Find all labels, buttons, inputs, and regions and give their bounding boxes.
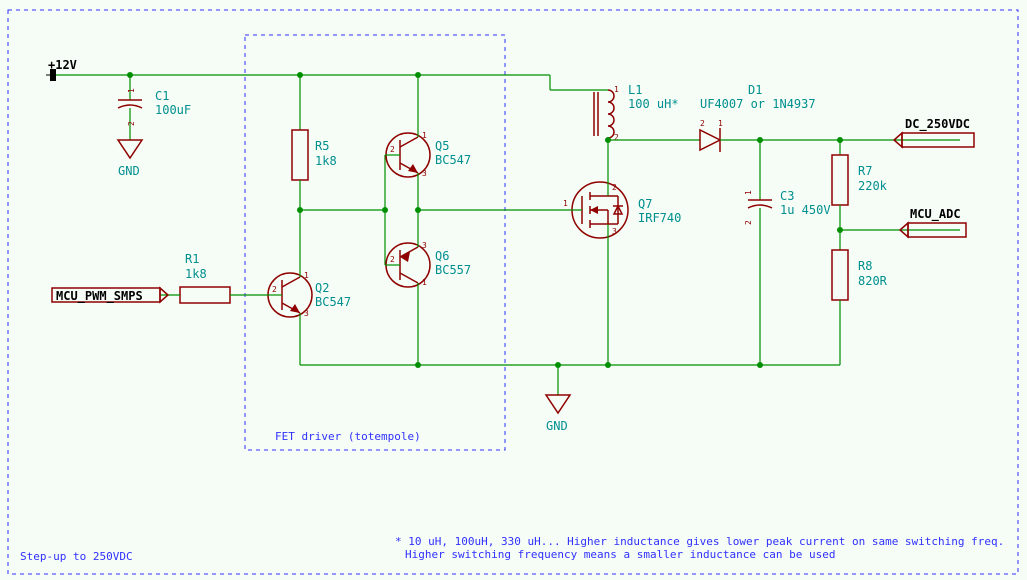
gnd-c1: GND — [118, 130, 142, 178]
svg-text:1: 1 — [744, 190, 753, 195]
svg-text:DC_250VDC: DC_250VDC — [905, 117, 970, 132]
svg-text:MCU_PWM_SMPS: MCU_PWM_SMPS — [56, 289, 143, 304]
svg-text:L1: L1 — [628, 83, 642, 97]
svg-text:C1: C1 — [155, 89, 169, 103]
svg-text:GND: GND — [546, 419, 568, 433]
svg-text:Q2: Q2 — [315, 281, 329, 295]
fet-driver-label: FET driver (totempole) — [275, 430, 421, 443]
svg-text:1u 450V: 1u 450V — [780, 203, 831, 217]
svg-text:2: 2 — [127, 121, 136, 126]
svg-text:2: 2 — [390, 145, 395, 154]
svg-text:R7: R7 — [858, 164, 872, 178]
component-r1: R1 1k8 — [160, 252, 268, 303]
svg-text:Q5: Q5 — [435, 139, 449, 153]
svg-text:2: 2 — [612, 183, 617, 192]
svg-text:2: 2 — [744, 220, 753, 225]
schematic-canvas: +12V 1 2 C1 100uF GND R5 1k8 2 1 3 Q2 BC… — [0, 0, 1027, 580]
gnd-main: GND — [546, 365, 570, 433]
svg-text:3: 3 — [422, 241, 427, 250]
component-q7: 1 2 3 Q7 IRF740 — [560, 140, 681, 365]
svg-text:MCU_ADC: MCU_ADC — [910, 207, 961, 222]
note-line1: * 10 uH, 100uH, 330 uH... Higher inducta… — [395, 535, 1004, 548]
svg-text:D1: D1 — [748, 83, 762, 97]
component-q5: 2 1 3 Q5 BC547 — [385, 75, 471, 210]
svg-text:R5: R5 — [315, 139, 329, 153]
fet-driver-box — [245, 35, 505, 450]
svg-text:1: 1 — [563, 199, 568, 208]
component-l1: 1 2 L1 100 uH* — [550, 83, 679, 142]
svg-text:BC557: BC557 — [435, 263, 471, 277]
svg-text:BC547: BC547 — [315, 295, 351, 309]
svg-text:3: 3 — [304, 309, 309, 318]
svg-text:R8: R8 — [858, 259, 872, 273]
svg-text:1k8: 1k8 — [185, 267, 207, 281]
component-q6: 2 3 1 Q6 BC557 — [385, 210, 471, 365]
component-r8: R8 820R — [832, 230, 888, 365]
net-vin: +12V — [48, 58, 77, 72]
svg-text:3: 3 — [612, 227, 617, 236]
net-out: DC_250VDC — [894, 117, 974, 147]
svg-text:2: 2 — [390, 255, 395, 264]
component-d1: 2 1 D1 UF4007 or 1N4937 — [700, 83, 840, 152]
svg-text:1: 1 — [422, 278, 427, 287]
svg-text:1: 1 — [718, 119, 723, 128]
component-q2: 2 1 3 Q2 BC547 — [268, 210, 351, 365]
svg-text:2: 2 — [700, 119, 705, 128]
svg-text:IRF740: IRF740 — [638, 211, 681, 225]
component-r7: R7 220k — [832, 140, 888, 230]
svg-text:820R: 820R — [858, 274, 888, 288]
svg-text:1: 1 — [614, 85, 619, 94]
svg-text:UF4007 or 1N4937: UF4007 or 1N4937 — [700, 97, 816, 111]
svg-text:R1: R1 — [185, 252, 199, 266]
svg-text:Q7: Q7 — [638, 197, 652, 211]
svg-text:2: 2 — [614, 133, 619, 142]
note-line2: Higher switching frequency means a small… — [405, 548, 835, 561]
svg-text:1: 1 — [422, 131, 427, 140]
svg-text:1: 1 — [127, 88, 136, 93]
svg-text:1: 1 — [304, 271, 309, 280]
svg-text:2: 2 — [272, 285, 277, 294]
sheet-title: Step-up to 250VDC — [20, 550, 133, 563]
svg-text:1k8: 1k8 — [315, 154, 337, 168]
component-c1: 1 2 C1 100uF — [118, 75, 191, 130]
svg-text:Q6: Q6 — [435, 249, 449, 263]
svg-text:GND: GND — [118, 164, 140, 178]
svg-text:3: 3 — [422, 169, 427, 178]
svg-text:100uF: 100uF — [155, 103, 191, 117]
component-r5: R5 1k8 — [292, 75, 337, 210]
svg-text:BC547: BC547 — [435, 153, 471, 167]
svg-text:C3: C3 — [780, 189, 794, 203]
svg-text:100 uH*: 100 uH* — [628, 97, 679, 111]
net-pwm: MCU_PWM_SMPS — [52, 288, 168, 304]
net-adc: MCU_ADC — [900, 207, 966, 237]
svg-text:220k: 220k — [858, 179, 888, 193]
component-c3: 1 2 C3 1u 450V — [744, 140, 831, 365]
